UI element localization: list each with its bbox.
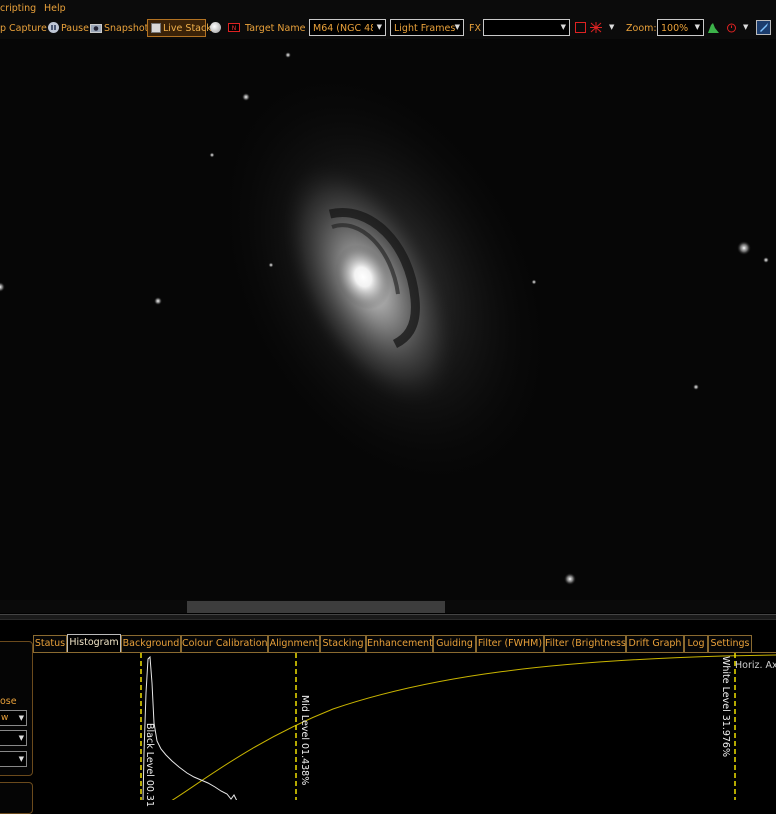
live-stack-button[interactable]: Live Stack	[147, 19, 212, 37]
fx-label: FX	[469, 23, 481, 34]
chevron-down-icon: ▼	[694, 23, 700, 31]
chevron-down-icon[interactable]: ▼	[609, 23, 620, 34]
tab-strip: Status Histogram Background Colour Calib…	[33, 634, 776, 652]
timer-icon[interactable]	[726, 22, 737, 33]
mid-level-label: Mid Level 01.438%	[299, 695, 310, 786]
left-panel-label: ose	[0, 696, 17, 707]
tab-status[interactable]: Status	[33, 635, 67, 652]
live-stack-icon	[151, 23, 161, 33]
chevron-down-icon: ▼	[376, 23, 382, 31]
tab-drift-graph[interactable]: Drift Graph	[626, 635, 684, 652]
pause-icon[interactable]	[48, 22, 59, 33]
histogram-stretch-icon[interactable]	[708, 22, 719, 33]
scrollbar-thumb[interactable]	[187, 601, 445, 613]
chevron-down-icon: ▼	[18, 755, 24, 763]
zoom-label: Zoom:	[626, 23, 657, 34]
fx-combo[interactable]: ▼	[483, 19, 570, 36]
snapshot-icon[interactable]	[90, 22, 102, 33]
stop-capture-button[interactable]: p Capture	[0, 23, 47, 34]
tab-settings[interactable]: Settings	[708, 635, 752, 652]
tab-filter-brightness[interactable]: Filter (Brightness)	[544, 635, 630, 652]
tab-histogram[interactable]: Histogram	[67, 634, 121, 652]
panel-splitter[interactable]	[0, 614, 776, 620]
target-name-label: Target Name :	[245, 23, 312, 34]
stretch-curve	[171, 654, 776, 800]
chevron-down-icon: ▼	[560, 23, 566, 31]
left-panel-combo-1[interactable]: w ▼	[0, 710, 27, 726]
chevron-down-icon: ▼	[18, 714, 24, 722]
left-panel-combo-1-value: w	[1, 713, 9, 723]
black-level-label: Black Level 00.31	[144, 723, 155, 808]
capture-toolbar: p Capture Pause Snapshot Live Stack N Ta…	[0, 17, 776, 39]
histogram-trace	[142, 655, 238, 800]
left-panel-combo-3[interactable]: ▼	[0, 751, 27, 767]
menu-bar: cripting Help	[0, 0, 776, 17]
horizontal-axis-label: Horiz. Axis	[735, 660, 776, 671]
menu-help[interactable]: Help	[44, 3, 66, 14]
galaxy-image	[0, 39, 776, 600]
tab-guiding[interactable]: Guiding	[433, 635, 476, 652]
tab-alignment[interactable]: Alignment	[268, 635, 320, 652]
zoom-value: 100%	[661, 23, 689, 34]
frame-type-combo[interactable]: Light Frames ▼	[390, 19, 464, 36]
white-level-label: White Level 31.976%	[720, 656, 731, 758]
target-name-value: M64 (NGC 482	[313, 23, 373, 34]
target-name-combo[interactable]: M64 (NGC 482 ▼	[309, 19, 386, 36]
tab-colour-calibration[interactable]: Colour Calibration	[181, 635, 268, 652]
tab-enhancement[interactable]: Enhancement	[366, 635, 433, 652]
zoom-combo[interactable]: 100% ▼	[657, 19, 704, 36]
crosshair-icon[interactable]	[590, 22, 602, 33]
tab-filter-fwhm[interactable]: Filter (FWHM)	[476, 635, 544, 652]
chevron-down-icon: ▼	[18, 734, 24, 742]
pause-button[interactable]: Pause	[61, 23, 89, 34]
rocket-icon[interactable]	[756, 20, 771, 35]
record-icon[interactable]: N	[228, 22, 240, 33]
tab-background[interactable]: Background	[121, 635, 181, 652]
roi-icon[interactable]	[575, 22, 586, 33]
left-lower-panel	[0, 782, 33, 814]
chevron-down-icon[interactable]: ▼	[743, 23, 754, 34]
tab-log[interactable]: Log	[684, 635, 708, 652]
live-stack-label: Live Stack	[163, 23, 212, 34]
dark-frame-icon[interactable]	[210, 22, 221, 33]
frame-type-value: Light Frames	[394, 23, 456, 34]
menu-scripting[interactable]: cripting	[0, 3, 36, 14]
chevron-down-icon: ▼	[454, 23, 460, 31]
image-view[interactable]	[0, 39, 776, 600]
svg-text:N: N	[232, 25, 237, 32]
snapshot-button[interactable]: Snapshot	[104, 23, 148, 34]
left-panel-combo-2[interactable]: ▼	[0, 730, 27, 746]
tab-stacking[interactable]: Stacking	[320, 635, 366, 652]
